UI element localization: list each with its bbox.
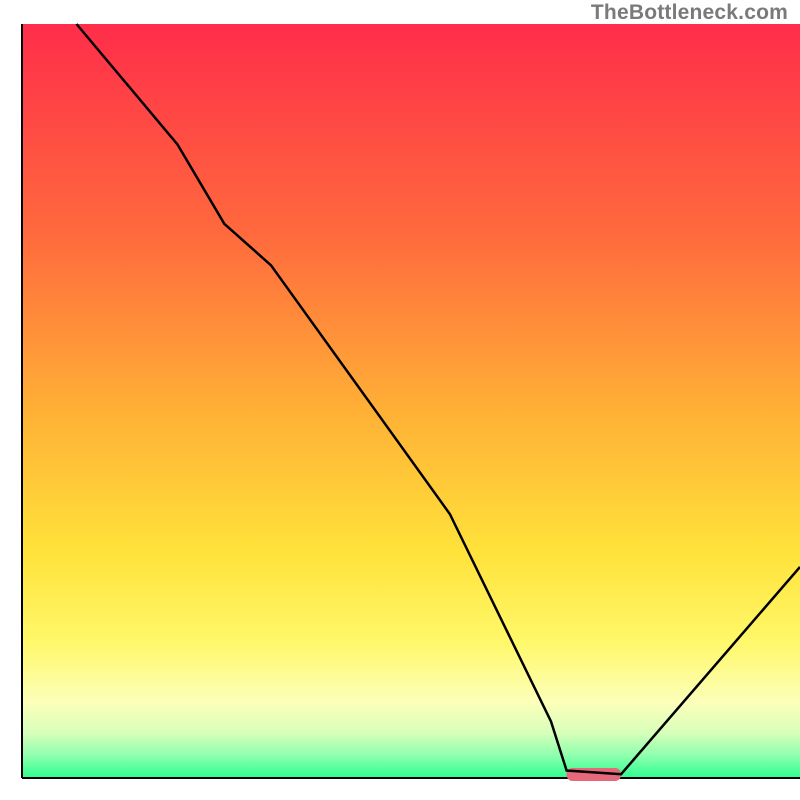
bottleneck-chart <box>0 0 800 800</box>
watermark-text: TheBottleneck.com <box>591 1 788 25</box>
plot-background <box>22 24 800 778</box>
